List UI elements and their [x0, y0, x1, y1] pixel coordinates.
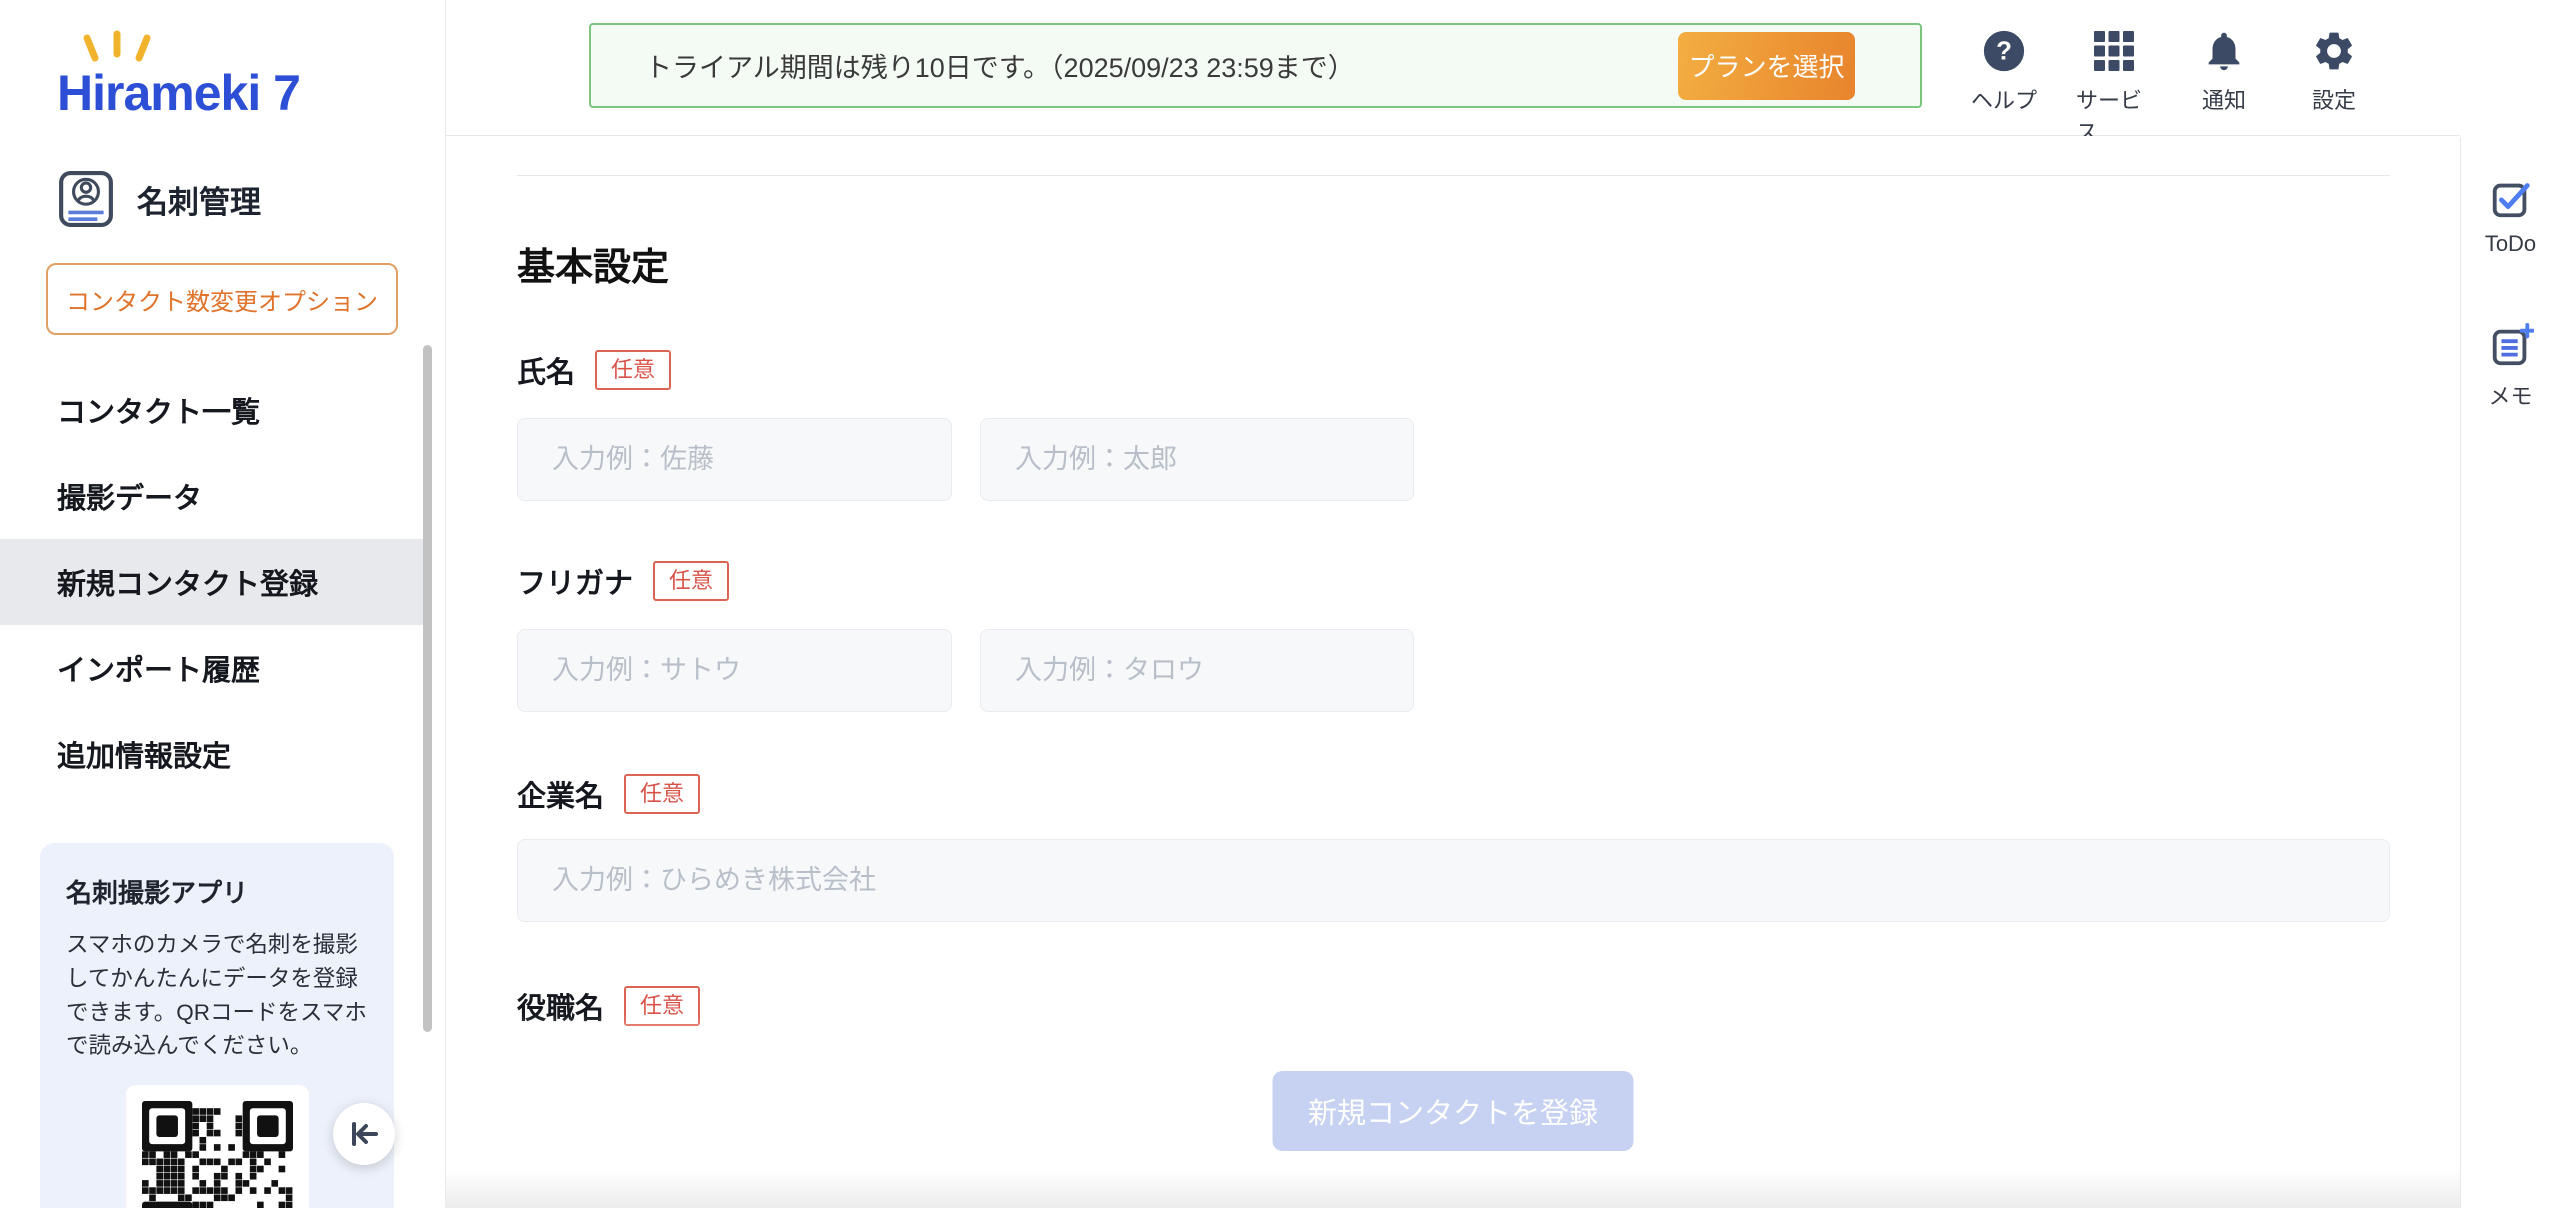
sidebar-scrollbar-thumb[interactable]: [423, 345, 432, 1032]
name-field-label: 氏名: [517, 349, 575, 391]
trial-banner: トライアル期間は残り10日です。（2025/09/23 23:59まで） プラン…: [589, 23, 1922, 108]
svg-text:?: ?: [1996, 38, 2012, 66]
section-divider: [517, 175, 2390, 176]
help-button[interactable]: ? ヘルプ: [1966, 28, 2042, 147]
services-button[interactable]: サービス: [2076, 28, 2152, 147]
sidebar-collapse-button[interactable]: [333, 1103, 395, 1165]
services-grid-icon: [2092, 28, 2136, 74]
notifications-button[interactable]: 通知: [2186, 28, 2262, 147]
sidebar-item-import-history[interactable]: インポート履歴: [0, 625, 423, 711]
settings-button[interactable]: 設定: [2296, 28, 2372, 147]
select-plan-button[interactable]: プランを選択: [1678, 32, 1855, 100]
header-actions: ? ヘルプ サービス: [1966, 28, 2372, 147]
promo-description: スマホのカメラで名刺を撮影してかんたんにデータを登録できます。QRコードをスマホ…: [66, 928, 368, 1063]
memo-button[interactable]: メモ: [2461, 323, 2560, 411]
memo-note-icon: [2488, 323, 2534, 369]
todo-label: ToDo: [2485, 231, 2536, 257]
company-name-input[interactable]: [517, 839, 2390, 922]
name-field-label-row: 氏名 任意: [517, 342, 671, 398]
sidebar-item-capture-data[interactable]: 撮影データ: [0, 453, 423, 539]
help-label: ヘルプ: [1971, 83, 2037, 115]
register-contact-button[interactable]: 新規コンタクトを登録: [1273, 1071, 1634, 1151]
help-icon: ?: [1981, 28, 2027, 74]
first-name-input[interactable]: [980, 418, 1414, 501]
logo-sparks-icon: [83, 30, 161, 64]
optional-badge: 任意: [595, 350, 671, 390]
sidebar-section-label: 名刺管理: [137, 177, 261, 222]
main-content: 基本設定 氏名 任意 フリガナ 任意 企業名 任意 役職名 任意 新規コンタクト…: [446, 136, 2460, 1208]
logo-text: Hirameki 7: [57, 68, 300, 118]
sidebar-item-new-contact[interactable]: 新規コンタクト登録: [0, 539, 423, 625]
sidebar-menu: コンタクト一覧 撮影データ 新規コンタクト登録 インポート履歴 追加情報設定: [0, 367, 423, 797]
app-window: Hirameki 7 名刺管理 コンタクト数変更オプション コンタクト一覧 撮影…: [0, 0, 2560, 1208]
memo-label: メモ: [2488, 379, 2532, 411]
sidebar-item-additional-info[interactable]: 追加情報設定: [0, 711, 423, 797]
optional-badge: 任意: [653, 561, 729, 601]
top-header: トライアル期間は残り10日です。（2025/09/23 23:59まで） プラン…: [446, 0, 2460, 136]
furigana-field-label-row: フリガナ 任意: [517, 553, 729, 609]
optional-badge: 任意: [624, 774, 700, 814]
business-card-icon: [57, 170, 115, 228]
last-name-input[interactable]: [517, 418, 952, 501]
page-title: 基本設定: [517, 236, 669, 291]
right-rail: ToDo メモ: [2460, 137, 2560, 1208]
contact-count-option-button[interactable]: コンタクト数変更オプション: [46, 263, 398, 335]
settings-label: 設定: [2312, 83, 2356, 115]
sidebar-item-contact-list[interactable]: コンタクト一覧: [0, 367, 423, 453]
left-sidebar: Hirameki 7 名刺管理 コンタクト数変更オプション コンタクト一覧 撮影…: [0, 0, 446, 1208]
furigana-last-input[interactable]: [517, 629, 952, 712]
brand-logo[interactable]: Hirameki 7: [57, 42, 300, 118]
company-field-label: 企業名: [517, 773, 604, 815]
collapse-arrow-icon: [347, 1117, 381, 1151]
todo-button[interactable]: ToDo: [2461, 175, 2560, 257]
bell-icon: [2201, 28, 2247, 74]
sidebar-section-meishi-kanri: 名刺管理: [57, 170, 261, 228]
qr-code: [126, 1085, 309, 1208]
trial-banner-message: トライアル期間は残り10日です。（2025/09/23 23:59まで）: [645, 46, 1355, 85]
form-footer: 新規コンタクトを登録: [446, 1015, 2460, 1208]
furigana-first-input[interactable]: [980, 629, 1414, 712]
promo-title: 名刺撮影アプリ: [66, 873, 368, 910]
notifications-label: 通知: [2202, 83, 2246, 115]
todo-check-icon: [2488, 175, 2534, 221]
furigana-field-label: フリガナ: [517, 560, 633, 602]
company-field-label-row: 企業名 任意: [517, 766, 700, 822]
gear-icon: [2311, 28, 2357, 74]
